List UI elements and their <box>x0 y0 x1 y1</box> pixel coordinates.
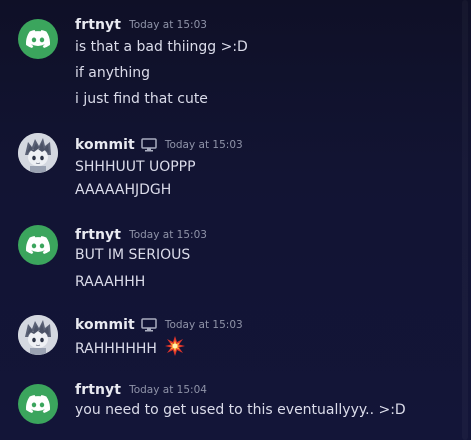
message-timestamp[interactable]: Today at 15:03 <box>129 19 207 31</box>
message-text: RAAAHHH <box>75 274 146 290</box>
message-text: i just find that cute <box>75 91 208 107</box>
message-group: frtnyt Today at 15:03 BUT IM SERIOUS RAA… <box>0 225 460 295</box>
message-timestamp[interactable]: Today at 15:03 <box>165 319 243 331</box>
message-text: BUT IM SERIOUS <box>75 247 191 263</box>
message-text: AAAAAHJDGH <box>75 182 172 198</box>
discord-logo-icon <box>26 30 50 48</box>
message-text-row: RAHHHHHH <box>75 336 186 362</box>
message-timestamp[interactable]: Today at 15:04 <box>129 384 207 396</box>
anime-character-avatar <box>18 315 58 355</box>
desktop-icon <box>141 318 157 332</box>
collision-emoji-icon[interactable] <box>165 336 186 362</box>
desktop-icon <box>141 138 157 152</box>
username[interactable]: kommit <box>75 137 135 153</box>
chat-scrollbar[interactable] <box>462 0 468 440</box>
username[interactable]: frtnyt <box>75 17 121 33</box>
avatar[interactable] <box>18 315 58 355</box>
message-text: SHHHUUT UOPPP <box>75 159 196 175</box>
message-group: kommit Today at 15:03 SHHHUUT UOPPP AAAA… <box>0 133 460 205</box>
message-timestamp[interactable]: Today at 15:03 <box>165 139 243 151</box>
discord-logo-icon <box>26 236 50 254</box>
message-group: frtnyt Today at 15:03 is that a bad thii… <box>0 15 460 115</box>
message-group: kommit Today at 15:03 RAHHHHHH <box>0 315 460 365</box>
avatar[interactable] <box>18 133 58 173</box>
message-text: is that a bad thiingg >:D <box>75 39 248 55</box>
discord-logo-icon <box>26 395 50 413</box>
username[interactable]: frtnyt <box>75 227 121 243</box>
avatar[interactable] <box>18 225 58 265</box>
message-timestamp[interactable]: Today at 15:03 <box>129 229 207 241</box>
username[interactable]: frtnyt <box>75 382 121 398</box>
avatar[interactable] <box>18 19 58 59</box>
message-text: RAHHHHHH <box>75 341 157 357</box>
message-text: if anything <box>75 65 151 81</box>
message-group: frtnyt Today at 15:04 you need to get us… <box>0 380 460 430</box>
avatar[interactable] <box>18 384 58 424</box>
username[interactable]: kommit <box>75 317 135 333</box>
message-text: you need to get used to this eventuallyy… <box>75 402 406 418</box>
anime-character-avatar <box>18 133 58 173</box>
